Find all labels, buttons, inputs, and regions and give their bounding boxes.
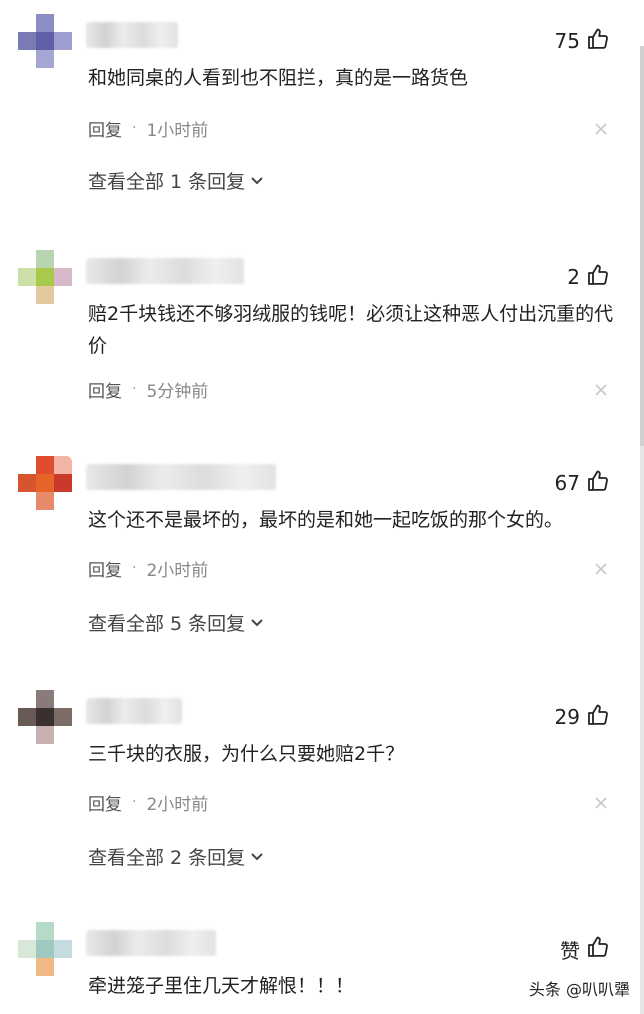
view-all-label: 查看全部 2 条回复 [88, 846, 246, 869]
separator-dot: · [132, 120, 137, 136]
thumbs-up-icon [586, 263, 610, 292]
thumbs-up-icon [586, 469, 610, 498]
timestamp: 2小时前 [146, 794, 209, 815]
username-blurred[interactable] [86, 464, 276, 490]
like-button[interactable]: 29 [555, 702, 610, 732]
thumbs-up-icon [586, 27, 610, 56]
close-icon[interactable] [594, 122, 608, 136]
avatar[interactable] [18, 250, 72, 304]
thumbs-up-icon [586, 935, 610, 964]
comment-text: 三千块的衣服，为什么只要她赔2千？ [88, 743, 405, 765]
scrollbar-thumb[interactable] [640, 46, 644, 446]
avatar[interactable] [18, 690, 72, 744]
view-all-label: 查看全部 1 条回复 [88, 170, 246, 193]
like-button[interactable]: 75 [555, 26, 610, 56]
view-all-replies-button[interactable]: 查看全部 2 条回复 [88, 842, 264, 870]
separator-dot: · [132, 381, 137, 397]
thumbs-up-icon [586, 703, 610, 732]
like-button[interactable]: 赞 [560, 934, 610, 964]
close-icon[interactable] [594, 383, 608, 397]
reply-button[interactable]: 回复 [88, 790, 122, 815]
like-count: 67 [554, 471, 580, 495]
reply-button[interactable]: 回复 [88, 116, 122, 141]
chevron-down-icon [245, 845, 264, 867]
comment-meta: 回复 · 1小时前 [88, 116, 209, 141]
chevron-down-icon [245, 611, 264, 633]
comment-meta: 回复 · 2小时前 [88, 790, 209, 815]
like-button[interactable]: 67 [555, 468, 610, 498]
username-blurred[interactable] [86, 930, 216, 956]
comment-text: 和她同桌的人看到也不阻拦，真的是一路货色 [88, 67, 469, 89]
separator-dot: · [132, 794, 137, 810]
comment-text: 赔2千块钱还不够羽绒服的钱呢！必须让这种恶人付出沉重的代价 [88, 303, 614, 357]
comment-meta: 回复 · 2小时前 [88, 556, 209, 581]
view-all-replies-button[interactable]: 查看全部 5 条回复 [88, 608, 264, 636]
timestamp: 5分钟前 [146, 381, 209, 402]
chevron-down-icon [245, 169, 264, 191]
view-all-label: 查看全部 5 条回复 [88, 612, 246, 635]
close-icon[interactable] [594, 796, 608, 810]
comment-meta: 回复 · 5分钟前 [88, 377, 209, 402]
separator-dot: · [132, 560, 137, 576]
avatar[interactable] [18, 456, 72, 510]
reply-button[interactable]: 回复 [88, 377, 122, 402]
reply-button[interactable]: 回复 [88, 556, 122, 581]
username-blurred[interactable] [86, 698, 182, 724]
timestamp: 1小时前 [146, 120, 209, 141]
username-blurred[interactable] [86, 258, 244, 284]
close-icon[interactable] [594, 562, 608, 576]
timestamp: 2小时前 [146, 560, 209, 581]
view-all-replies-button[interactable]: 查看全部 1 条回复 [88, 166, 264, 194]
like-count: 75 [554, 29, 580, 53]
watermark: 头条 @叭叭犟 [528, 980, 630, 999]
like-count: 29 [554, 705, 580, 729]
avatar[interactable] [18, 922, 72, 976]
like-label: 赞 [560, 938, 580, 963]
comment-text: 这个还不是最坏的，最坏的是和她一起吃饭的那个女的。 [88, 509, 564, 531]
like-button[interactable]: 2 [567, 262, 610, 292]
username-blurred[interactable] [86, 22, 178, 48]
avatar[interactable] [18, 14, 72, 68]
scrollbar[interactable] [640, 46, 644, 1014]
like-count: 2 [567, 265, 580, 289]
